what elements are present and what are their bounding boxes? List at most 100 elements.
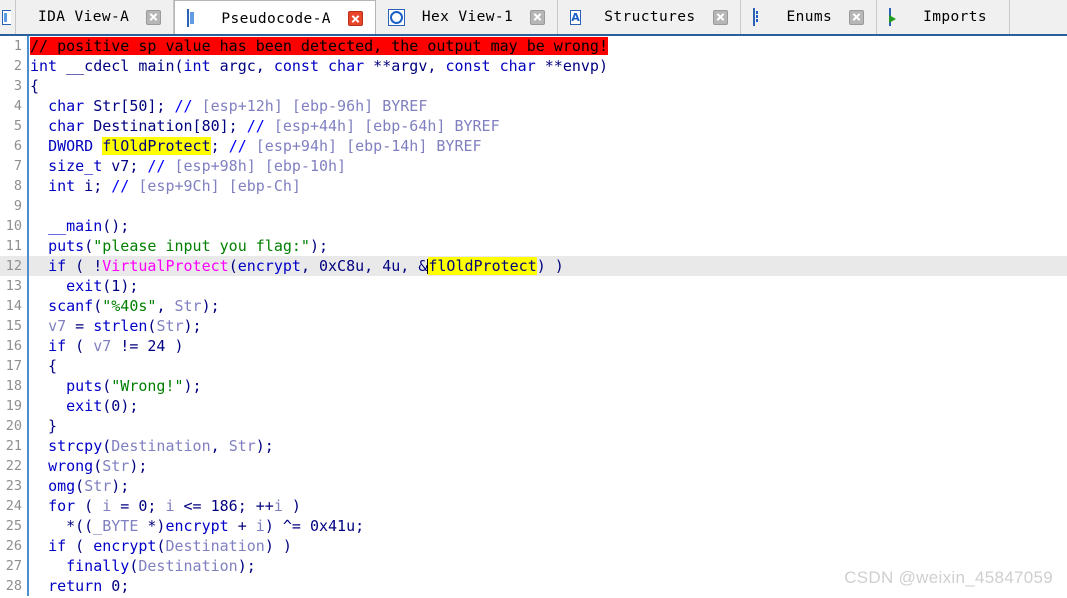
line-number: 20	[5, 418, 22, 434]
line-number: 1	[13, 38, 22, 54]
highlighted-symbol[interactable]: flOldProtect	[428, 257, 537, 275]
close-icon-ida-view-a[interactable]	[146, 9, 162, 25]
code-line[interactable]: 2 int __cdecl main(int argc, const char …	[0, 56, 1067, 76]
code-line[interactable]: 14 scanf("%40s", Str);	[0, 296, 1067, 316]
tab-hex-view-1[interactable]: Hex View-1	[375, 0, 559, 34]
gutter-divider	[27, 396, 29, 416]
close-icon-pseudocode-a[interactable]	[347, 11, 363, 26]
line-text-14: scanf("%40s", Str);	[48, 297, 220, 315]
code-line[interactable]: 11 puts("please input you flag:");	[0, 236, 1067, 256]
close-icon-enums[interactable]	[849, 9, 865, 25]
gutter-divider	[27, 156, 29, 176]
line-number: 11	[5, 238, 22, 254]
highlighted-symbol[interactable]: flOldProtect	[102, 137, 211, 155]
line-text-22: wrong(Str);	[48, 457, 148, 475]
tab-imports[interactable]: Imports	[877, 0, 1011, 34]
code-line-current[interactable]: 12 if ( !VirtualProtect(encrypt, 0xC8u, …	[0, 256, 1067, 276]
gutter-divider	[27, 36, 29, 56]
tab-partial-left[interactable]	[0, 0, 16, 34]
pseudocode-icon	[187, 9, 204, 27]
line-number: 16	[5, 338, 22, 354]
code-line[interactable]: 27 finally(Destination);	[0, 556, 1067, 576]
code-line[interactable]: 24 for ( i = 0; i <= 186; ++i )	[0, 496, 1067, 516]
line-number: 19	[5, 398, 22, 414]
code-line[interactable]: 10 __main();	[0, 216, 1067, 236]
code-line[interactable]: 26 if ( encrypt(Destination) )	[0, 536, 1067, 556]
code-line[interactable]: 4 char Str[50]; // [esp+12h] [ebp-96h] B…	[0, 96, 1067, 116]
code-line[interactable]: 6 DWORD flOldProtect; // [esp+94h] [ebp-…	[0, 136, 1067, 156]
line-number: 24	[5, 498, 22, 514]
virtualprotect-api-ref[interactable]: VirtualProtect	[102, 257, 228, 275]
code-line[interactable]: 13 exit(1);	[0, 276, 1067, 296]
line-text-26: if ( encrypt(Destination) )	[48, 537, 292, 555]
line-number: 4	[13, 98, 22, 114]
gutter-divider	[27, 256, 29, 276]
line-text-5: char Destination[80]; // [esp+44h] [ebp-…	[48, 117, 500, 135]
code-line[interactable]: 25 *((_BYTE *)encrypt + i) ^= 0x41u;	[0, 516, 1067, 536]
code-line[interactable]: 7 size_t v7; // [esp+98h] [ebp-10h]	[0, 156, 1067, 176]
line-number: 26	[5, 538, 22, 554]
tab-pseudocode-a[interactable]: Pseudocode-A	[174, 0, 376, 34]
gutter-divider	[27, 356, 29, 376]
pseudocode-editor[interactable]: 1 // positive sp value has been detected…	[0, 36, 1067, 598]
code-line[interactable]: 19 exit(0);	[0, 396, 1067, 416]
line-text-3: {	[30, 77, 40, 95]
code-line[interactable]: 8 int i; // [esp+9Ch] [ebp-Ch]	[0, 176, 1067, 196]
code-line[interactable]: 5 char Destination[80]; // [esp+44h] [eb…	[0, 116, 1067, 136]
gutter-divider	[27, 516, 29, 536]
line-text-7: size_t v7; // [esp+98h] [ebp-10h]	[48, 157, 347, 175]
tab-ida-view-a[interactable]: IDA View-A	[16, 0, 175, 34]
gutter-divider	[27, 276, 29, 296]
line-number: 5	[13, 118, 22, 134]
gutter-divider	[27, 496, 29, 516]
gutter-divider	[27, 556, 29, 576]
code-line[interactable]: 16 if ( v7 != 24 )	[0, 336, 1067, 356]
line-text-25: *((_BYTE *)encrypt + i) ^= 0x41u;	[30, 517, 365, 535]
gutter-divider	[27, 96, 29, 116]
gutter-divider	[27, 316, 29, 336]
code-line[interactable]: 20 }	[0, 416, 1067, 436]
line-number: 23	[5, 478, 22, 494]
gutter-divider	[27, 416, 29, 436]
code-line[interactable]: 1 // positive sp value has been detected…	[0, 36, 1067, 56]
line-number: 2	[13, 58, 22, 74]
close-icon-structures[interactable]	[712, 9, 728, 25]
line-number: 25	[5, 518, 22, 534]
view-tab-bar[interactable]: IDA View-A Pseudocode-A Hex View-1 A Str…	[0, 0, 1067, 36]
hex-view-icon	[387, 8, 405, 26]
code-line[interactable]: 21 strcpy(Destination, Str);	[0, 436, 1067, 456]
line-text-1: // positive sp value has been detected, …	[30, 36, 1067, 56]
gutter-divider	[27, 76, 29, 96]
code-line[interactable]: 3 {	[0, 76, 1067, 96]
code-line[interactable]: 9	[0, 196, 1067, 216]
line-number: 12	[5, 258, 22, 274]
gutter-divider	[27, 196, 29, 216]
code-line[interactable]: 18 puts("Wrong!");	[0, 376, 1067, 396]
line-text-6: DWORD flOldProtect; // [esp+94h] [ebp-14…	[48, 137, 482, 155]
code-line[interactable]: 28 return 0;	[0, 576, 1067, 596]
gutter-divider	[27, 296, 29, 316]
code-line[interactable]: 17 {	[0, 356, 1067, 376]
tab-label-structures: Structures	[604, 9, 696, 25]
code-line[interactable]: 15 v7 = strlen(Str);	[0, 316, 1067, 336]
tab-label-enums: Enums	[786, 9, 833, 25]
line-number: 22	[5, 458, 22, 474]
tab-structures[interactable]: A Structures	[558, 0, 741, 34]
line-text-15: v7 = strlen(Str);	[48, 317, 202, 335]
gutter-divider	[27, 136, 29, 156]
code-line[interactable]: 23 omg(Str);	[0, 476, 1067, 496]
gutter-divider	[27, 176, 29, 196]
tab-enums[interactable]: Enums	[740, 0, 878, 34]
line-number: 8	[13, 178, 22, 194]
enums-icon	[752, 7, 770, 26]
line-number: 21	[5, 438, 22, 454]
gutter-divider	[27, 116, 29, 136]
gutter-divider	[27, 536, 29, 556]
line-number: 14	[5, 298, 22, 314]
code-line[interactable]: 22 wrong(Str);	[0, 456, 1067, 476]
line-text-13: exit(1);	[66, 277, 139, 295]
close-icon-hex-view-1[interactable]	[530, 9, 546, 25]
gutter-divider	[27, 336, 29, 356]
line-text-28: return 0;	[48, 577, 130, 595]
line-text-20: }	[30, 417, 58, 435]
